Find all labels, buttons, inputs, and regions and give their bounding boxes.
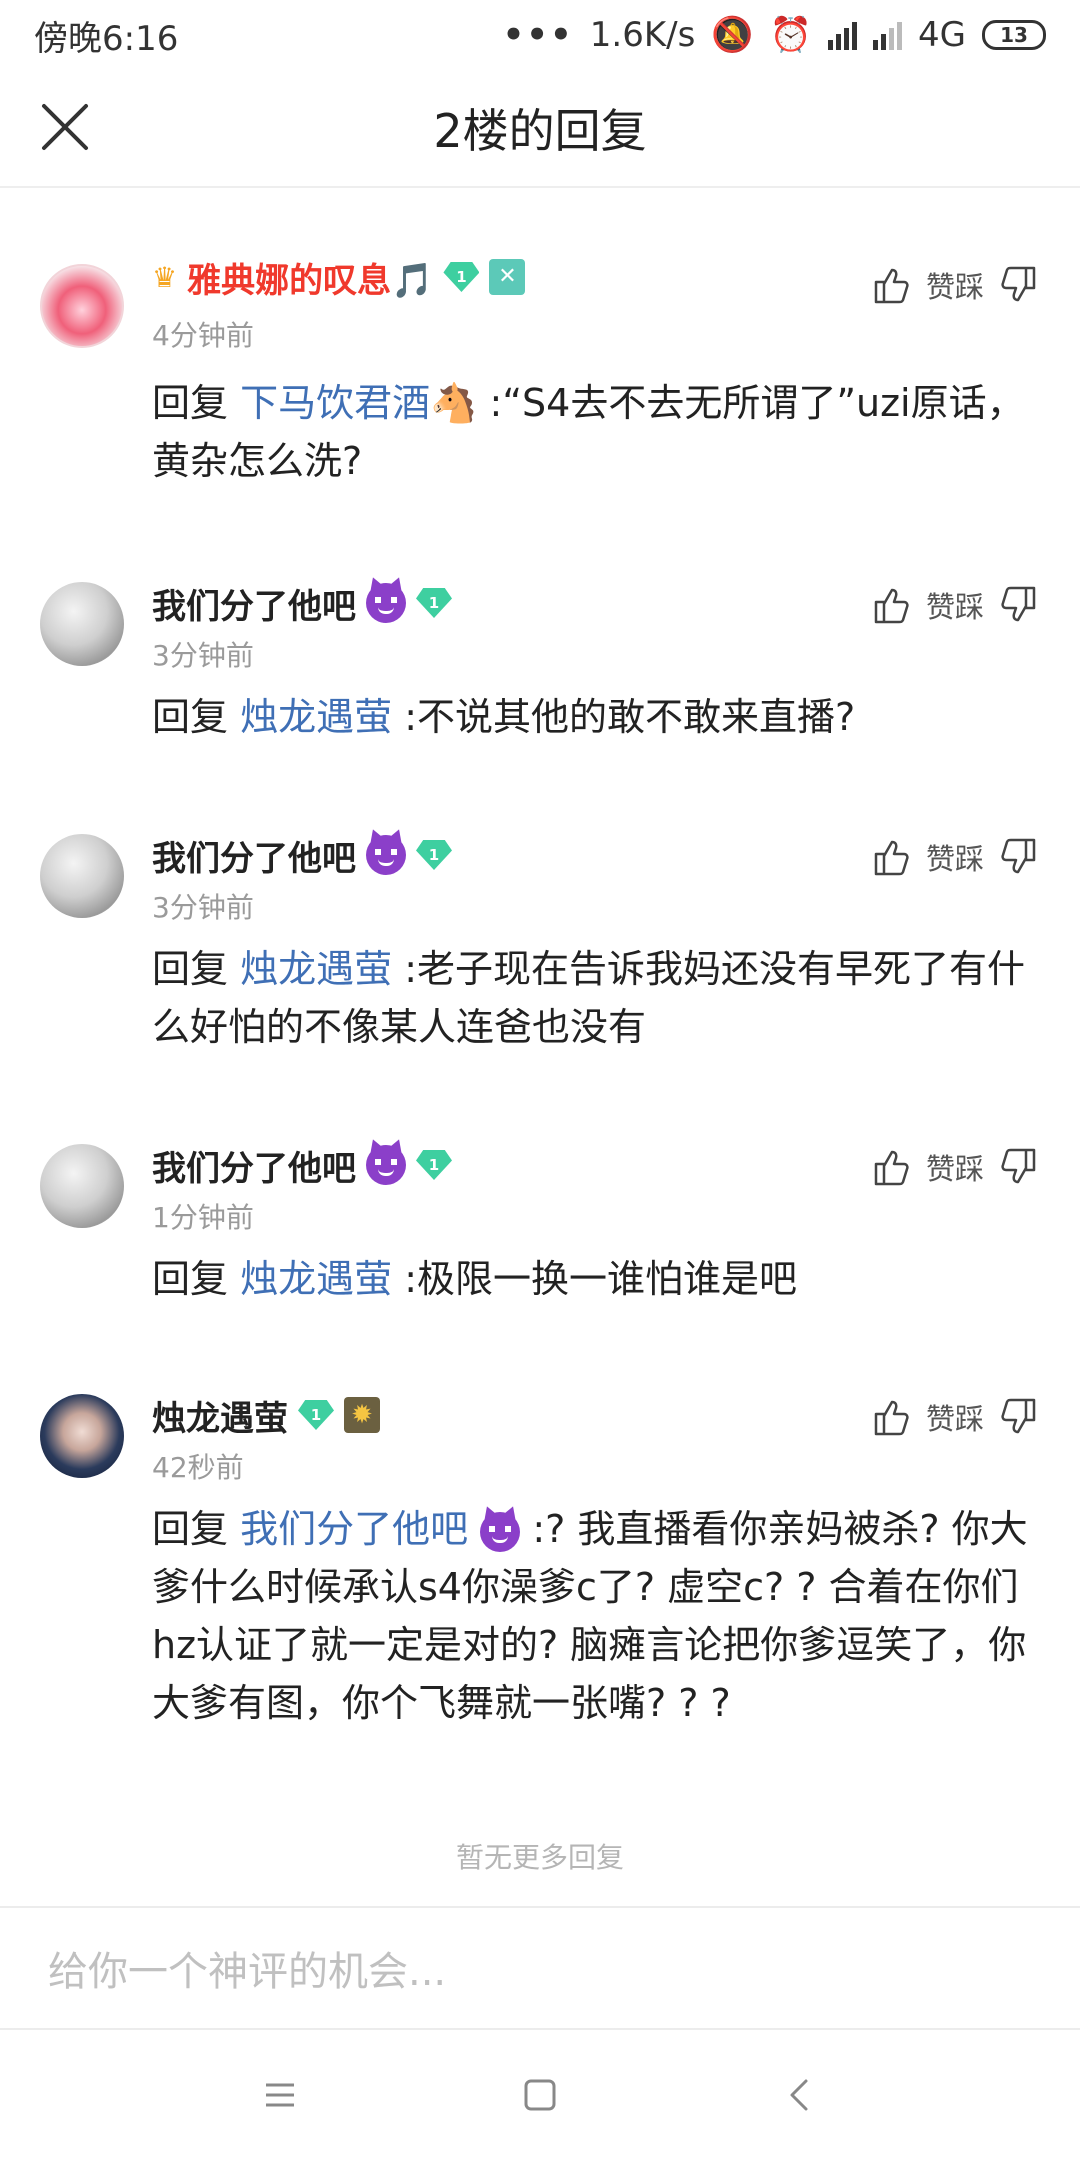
- level-badge-icon: 1: [416, 588, 452, 618]
- timestamp: 3分钟前: [152, 891, 254, 924]
- level-badge-value: 1: [310, 1406, 322, 1424]
- more-dots-icon: •••: [502, 15, 574, 55]
- reply-body: 回复 烛龙遇萤 :老子现在告诉我妈还没有早死了有什么好怕的不像某人连爸也没有: [152, 940, 1032, 1056]
- medal-badge-icon: [344, 1397, 380, 1433]
- level-badge-value: 1: [428, 1156, 440, 1174]
- menu-icon[interactable]: [260, 2075, 300, 2115]
- vote-label: 赞踩: [925, 842, 984, 876]
- reply-body: 回复 我们分了他吧 :? 我直播看你亲妈被杀? 你大爹什么时候承认s4你澡爹c了…: [152, 1500, 1032, 1732]
- thumbs-up-icon[interactable]: [870, 1146, 912, 1188]
- medal-badge-icon: [489, 259, 526, 295]
- vote-actions: 赞踩: [870, 260, 1040, 310]
- comment-input[interactable]: 给你一个神评的机会...: [0, 1906, 1080, 2030]
- thumbs-down-icon[interactable]: [998, 836, 1040, 878]
- vote-label: 赞踩: [925, 1402, 984, 1436]
- vote-label: 赞踩: [925, 270, 984, 304]
- close-icon[interactable]: [38, 100, 92, 154]
- avatar[interactable]: [40, 1144, 124, 1228]
- user-row: ♛ 雅典娜的叹息🎵 1: [152, 252, 526, 302]
- reply-body: 回复 下马饮君酒🐴 :“S4去不去无所谓了”uzi原话，黄杂怎么洗?: [152, 374, 1032, 490]
- home-icon[interactable]: [520, 2075, 560, 2115]
- level-badge-icon: 1: [298, 1400, 334, 1430]
- mute-icon: 🔕: [711, 15, 754, 55]
- reply-body: 回复 烛龙遇萤 :不说其他的敢不敢来直播?: [152, 688, 1032, 746]
- level-badge-icon: 1: [416, 1150, 452, 1180]
- username[interactable]: 雅典娜的叹息🎵: [187, 253, 433, 302]
- vote-actions: 赞踩: [870, 1392, 1040, 1442]
- thumbs-up-icon[interactable]: [870, 836, 912, 878]
- thumbs-down-icon[interactable]: [998, 1396, 1040, 1438]
- avatar[interactable]: [40, 1394, 124, 1478]
- thumbs-up-icon[interactable]: [870, 264, 912, 306]
- vote-actions: 赞踩: [870, 832, 1040, 882]
- user-row: 我们分了他吧 1: [152, 1140, 452, 1190]
- username[interactable]: 烛龙遇萤: [152, 1391, 288, 1440]
- username[interactable]: 我们分了他吧: [152, 579, 356, 628]
- status-time: 傍晚6:16: [34, 18, 179, 59]
- devil-emoji-icon: [480, 1511, 521, 1552]
- vote-label: 赞踩: [925, 590, 984, 624]
- reply-body: 回复 烛龙遇萤 :极限一换一谁怕谁是吧: [152, 1250, 1032, 1308]
- signal-icon: [828, 20, 858, 50]
- mention-link[interactable]: 我们分了他吧: [240, 1507, 468, 1551]
- devil-emoji-icon: [366, 1145, 406, 1185]
- devil-emoji-icon: [366, 835, 406, 875]
- user-row: 我们分了他吧 1: [152, 830, 452, 880]
- username[interactable]: 我们分了他吧: [152, 1141, 356, 1190]
- signal-icon-2: [873, 20, 903, 50]
- user-row: 烛龙遇萤 1: [152, 1390, 380, 1440]
- timestamp: 4分钟前: [152, 319, 254, 352]
- alarm-icon: ⏰: [769, 15, 813, 55]
- thumbs-down-icon[interactable]: [998, 264, 1040, 306]
- mention-link[interactable]: 下马饮君酒🐴: [240, 381, 477, 425]
- thumbs-up-icon[interactable]: [870, 584, 912, 626]
- reply-prefix: 回复: [152, 695, 229, 739]
- level-badge-value: 1: [456, 268, 467, 286]
- level-badge-value: 1: [428, 846, 440, 864]
- user-row: 我们分了他吧 1: [152, 578, 452, 628]
- avatar[interactable]: [40, 582, 124, 666]
- reply-text: :不说其他的敢不敢来直播?: [404, 695, 856, 739]
- reply-prefix: 回复: [152, 381, 229, 425]
- mention-link[interactable]: 烛龙遇萤: [240, 947, 392, 991]
- battery-icon: 13: [982, 20, 1046, 50]
- reply-text: :极限一换一谁怕谁是吧: [404, 1257, 798, 1301]
- reply-prefix: 回复: [152, 947, 229, 991]
- devil-emoji-icon: [366, 583, 406, 623]
- timestamp: 1分钟前: [152, 1201, 254, 1234]
- timestamp: 3分钟前: [152, 639, 254, 672]
- timestamp: 42秒前: [152, 1451, 244, 1484]
- thumbs-up-icon[interactable]: [870, 1396, 912, 1438]
- system-nav-bar: [0, 2030, 1080, 2160]
- battery-level: 13: [1000, 23, 1028, 47]
- avatar[interactable]: [40, 834, 124, 918]
- status-indicators: ••• 1.6K/s 🔕 ⏰ 4G 13: [503, 15, 1046, 55]
- avatar[interactable]: [40, 264, 124, 348]
- status-bar: 傍晚6:16 ••• 1.6K/s 🔕 ⏰ 4G 13: [0, 0, 1080, 70]
- mention-link[interactable]: 烛龙遇萤: [240, 1257, 392, 1301]
- comment-input-placeholder: 给你一个神评的机会...: [48, 1949, 447, 1995]
- username[interactable]: 我们分了他吧: [152, 831, 356, 880]
- thumbs-down-icon[interactable]: [998, 584, 1040, 626]
- no-more-replies: 暂无更多回复: [455, 1841, 624, 1874]
- vote-label: 赞踩: [925, 1152, 984, 1186]
- vote-actions: 赞踩: [870, 1142, 1040, 1192]
- reply-prefix: 回复: [152, 1507, 229, 1551]
- page-header: 2楼的回复: [0, 70, 1080, 188]
- vote-actions: 赞踩: [870, 580, 1040, 630]
- page-title: 2楼的回复: [433, 104, 647, 158]
- thumbs-down-icon[interactable]: [998, 1146, 1040, 1188]
- reply-prefix: 回复: [152, 1257, 229, 1301]
- mention-link[interactable]: 烛龙遇萤: [240, 695, 392, 739]
- level-badge-icon: 1: [443, 262, 480, 292]
- crown-icon: ♛: [152, 260, 178, 294]
- level-badge-value: 1: [428, 594, 440, 612]
- network-type: 4G: [918, 15, 966, 55]
- level-badge-icon: 1: [416, 840, 452, 870]
- network-speed: 1.6K/s: [589, 15, 696, 55]
- back-icon[interactable]: [780, 2075, 820, 2115]
